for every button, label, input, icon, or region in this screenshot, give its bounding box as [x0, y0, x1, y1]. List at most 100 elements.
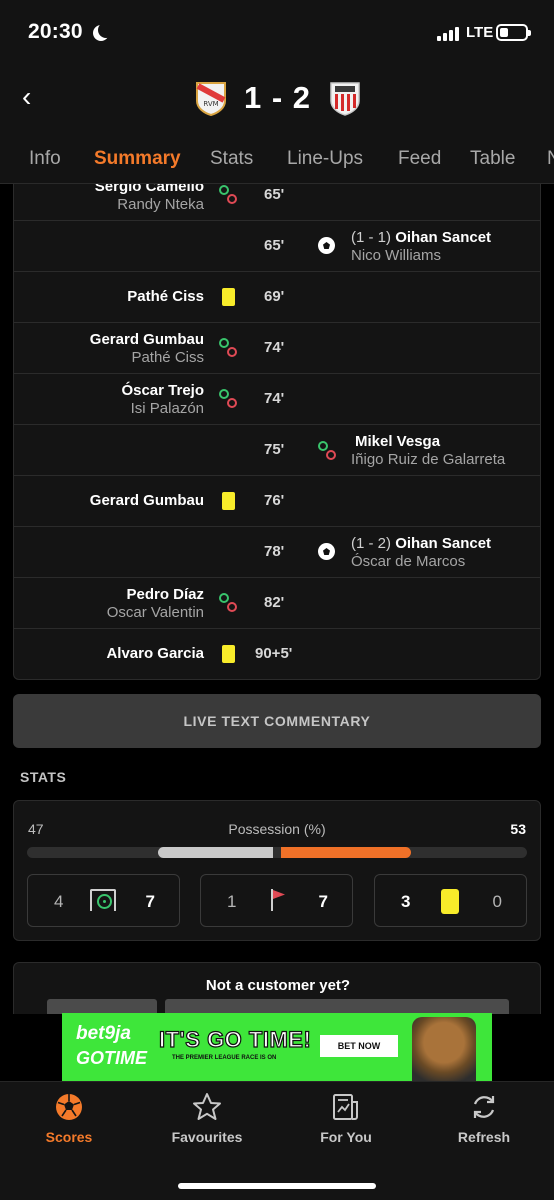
battery-icon [496, 24, 531, 41]
shots-away: 7 [145, 892, 155, 911]
possession-away: 53 [510, 821, 526, 837]
soccer-ball-icon [318, 543, 335, 560]
rayo-vallecano-crest[interactable]: RVM [193, 80, 229, 116]
yellow-cards-stat: 3 0 [374, 874, 527, 927]
away-event: Mikel Vesga Iñigo Ruiz de Galarreta [351, 433, 505, 469]
possession-label: Possession (%) [228, 821, 326, 837]
tab-table[interactable]: Table [470, 148, 515, 170]
corners-stat: 1 7 [200, 874, 353, 927]
home-event: Óscar Trejo Isi Palazón [121, 382, 204, 418]
player-in: Gerard Gumbau [89, 331, 204, 348]
player-in: Sergio Camello [94, 184, 204, 195]
ad-brand-sub: GOTIME [76, 1048, 147, 1068]
home-event: Alvaro Garcia [106, 645, 204, 663]
tab-feed[interactable]: Feed [398, 148, 441, 170]
news-icon [333, 1094, 358, 1120]
moon-icon [98, 22, 114, 38]
lion-image [412, 1017, 476, 1081]
player-out: Pathé Ciss [131, 349, 204, 366]
promo-card: Not a customer yet? [13, 962, 541, 1014]
home-event: Pathé Ciss [127, 288, 204, 306]
yellow-cards-away: 0 [492, 892, 502, 911]
ad-banner[interactable]: bet9ja GOTIME IT'S GO TIME! THE PREMIER … [62, 1013, 492, 1081]
back-icon[interactable]: ‹ [22, 83, 46, 111]
substitution-icon [219, 338, 239, 358]
event-row: Gerard Gumbau 76' [14, 476, 540, 527]
home-event: Sergio Camello Randy Nteka [95, 184, 204, 214]
status-bar: 20:30 LTE [0, 0, 554, 66]
substitution-icon [219, 185, 239, 205]
corners-home: 1 [227, 892, 237, 911]
nav-refresh[interactable]: Refresh [424, 1092, 544, 1145]
shots-home: 4 [54, 892, 64, 911]
possession-away-bar [281, 847, 411, 858]
away-event: (1 - 2) Oihan Sancet Óscar de Marcos [351, 535, 491, 571]
tab-summary[interactable]: Summary [94, 148, 181, 170]
possession-home-bar [157, 847, 273, 858]
event-row: Pedro Díaz Oscar Valentin 82' [14, 578, 540, 629]
event-row: 75' Mikel Vesga Iñigo Ruiz de Galarreta [14, 425, 540, 476]
nav-for-you[interactable]: For You [286, 1092, 406, 1145]
ad-headline: IT'S GO TIME! [158, 1026, 312, 1052]
nav-favourites[interactable]: Favourites [147, 1092, 267, 1145]
home-indicator[interactable] [178, 1183, 376, 1189]
soccer-ball-icon [318, 237, 335, 254]
event-minute: 76' [264, 492, 285, 509]
player-out: Isi Palazón [130, 400, 204, 417]
svg-text:RVM: RVM [203, 100, 218, 108]
event-minute: 78' [264, 543, 285, 560]
athletic-club-crest[interactable] [327, 80, 363, 116]
goal-scorer: Oihan Sancet [395, 229, 492, 246]
possession-bar [27, 847, 527, 858]
nav-label: For You [320, 1129, 372, 1145]
stats-card[interactable]: 4 7 Possession (%) 53 4 7 1 7 3 0 [13, 800, 541, 941]
nav-label: Favourites [171, 1129, 243, 1145]
nav-label: Scores [45, 1129, 93, 1145]
stats-title: STATS [20, 769, 67, 785]
tab-stats[interactable]: Stats [210, 148, 253, 170]
player-out: Randy Nteka [117, 196, 204, 213]
home-event: Pedro Díaz Oscar Valentin [107, 586, 204, 622]
substitution-icon [219, 389, 239, 409]
match-header: ‹ RVM 1 - 2 Info Summary Stats Line-Ups … [0, 66, 554, 184]
event-row: Alvaro Garcia 90+5' [14, 629, 540, 679]
event-minute: 75' [264, 441, 285, 458]
promo-title: Not a customer yet? [205, 977, 351, 994]
yellow-card-icon [441, 889, 459, 914]
nav-scores[interactable]: Scores [9, 1092, 129, 1145]
player-in: Óscar Trejo [121, 382, 204, 399]
ad-tagline: THE PREMIER LEAGUE RACE IS ON [172, 1055, 277, 1061]
goal-scorer: Oihan Sancet [395, 535, 492, 552]
match-score: 1 - 2 [244, 80, 312, 115]
signal-icon [437, 26, 459, 41]
nav-label: Refresh [457, 1129, 511, 1145]
bet-now-button[interactable] [165, 999, 509, 1014]
booked-player: Alvaro Garcia [106, 645, 204, 662]
goal-assist: Óscar de Marcos [351, 553, 466, 570]
event-row: Pathé Ciss 69' [14, 272, 540, 323]
refresh-icon [473, 1096, 495, 1118]
tab-line-ups[interactable]: Line-Ups [287, 148, 363, 170]
yellow-card-icon [222, 288, 235, 306]
shots-on-target-stat: 4 7 [27, 874, 180, 927]
event-minute: 69' [264, 288, 285, 305]
event-row: Óscar Trejo Isi Palazón 74' [14, 374, 540, 425]
network-type: LTE [466, 24, 494, 41]
event-row: 65' (1 - 1) Oihan Sancet Nico Williams [14, 221, 540, 272]
event-row: 78' (1 - 2) Oihan Sancet Óscar de Marcos [14, 527, 540, 578]
booked-player: Gerard Gumbau [89, 492, 204, 509]
booked-player: Pathé Ciss [127, 288, 204, 305]
substitution-icon [219, 593, 239, 613]
bookmaker-logo[interactable] [47, 999, 157, 1014]
goal-assist: Nico Williams [351, 247, 441, 264]
live-text-commentary-button[interactable]: LIVE TEXT COMMENTARY [13, 694, 541, 748]
event-minute: 74' [264, 339, 285, 356]
ad-bet-now-button[interactable]: BET NOW [320, 1035, 398, 1057]
event-minute: 65' [264, 237, 285, 254]
tab-info[interactable]: Info [29, 148, 61, 170]
tab-more[interactable]: N [547, 148, 554, 170]
event-minute: 65' [264, 186, 285, 203]
event-minute: 90+5' [255, 645, 293, 662]
home-event: Gerard Gumbau [90, 492, 204, 510]
event-minute: 74' [264, 390, 285, 407]
